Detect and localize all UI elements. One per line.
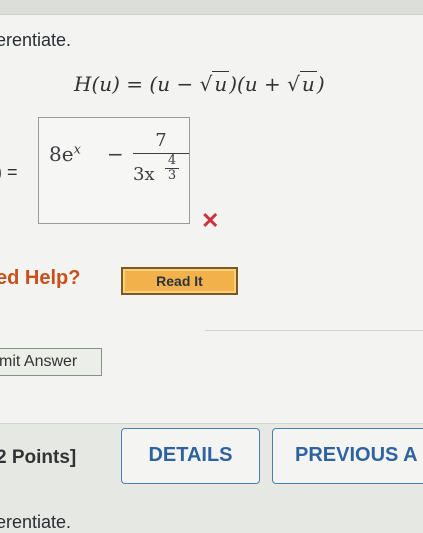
sqrt-term-1-radicand: u [212, 71, 230, 96]
details-button[interactable]: DETAILS [121, 428, 260, 484]
question-panel: erentiate. H(u) = (u − √u)(u + √u) ) = 8… [0, 0, 423, 424]
incorrect-mark-icon: ✕ [201, 208, 220, 233]
equation-end: ) [316, 72, 325, 96]
next-question-instruction: erentiate. [0, 512, 72, 532]
top-divider [0, 0, 423, 15]
equation-middle: )(u + [229, 72, 288, 96]
need-help-label: ed Help? [0, 267, 81, 289]
answer-label: ) = [0, 162, 18, 182]
answer-fraction: 7 3x 4 3 [133, 130, 189, 196]
points-label: 2 Points] [0, 447, 77, 468]
previous-answers-button[interactable]: PREVIOUS A [272, 428, 423, 484]
function-equation: H(u) = (u − √ u)(u + √ u) [74, 71, 325, 96]
denominator-exponent: 4 3 [165, 154, 179, 183]
help-area [0, 330, 423, 423]
read-it-button[interactable]: Read It [121, 267, 238, 295]
submit-answer-button[interactable]: mit Answer [0, 348, 102, 376]
answer-term-1-exponent: x [73, 142, 81, 158]
fraction-denominator: 3x 4 3 [133, 154, 189, 196]
answer-input[interactable]: 8ex − 7 3x 4 3 [38, 117, 190, 224]
question-instruction: erentiate. [0, 30, 72, 50]
sqrt-term-1: √ u [199, 71, 230, 96]
equation-lhs: H(u) = (u − [74, 72, 200, 96]
fraction-numerator: 7 [155, 130, 167, 151]
sqrt-term-2: √ u [287, 71, 317, 96]
fraction-bar [133, 153, 189, 154]
help-divider [205, 330, 423, 331]
answer-term-1: 8ex [49, 142, 81, 166]
sqrt-term-2-radicand: u [299, 71, 317, 96]
answer-minus-sign: − [107, 142, 124, 166]
